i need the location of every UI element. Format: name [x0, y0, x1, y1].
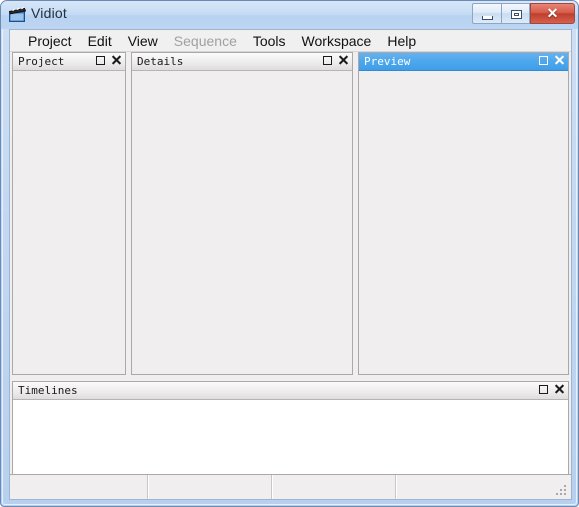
status-field-0 [10, 475, 147, 499]
menu-item-tools[interactable]: Tools [245, 31, 294, 51]
pane-project-buttons [96, 55, 121, 65]
pane-timelines-title: Timelines [18, 384, 78, 397]
float-pane-icon[interactable] [539, 384, 548, 394]
close-pane-icon[interactable] [554, 384, 564, 394]
window-titlebar[interactable]: Vidiot ✕ [1, 1, 578, 29]
pane-preview-buttons [539, 55, 564, 65]
pane-preview-header[interactable]: Preview [359, 53, 568, 71]
close-pane-icon[interactable] [554, 55, 564, 65]
pane-preview-title: Preview [364, 55, 411, 68]
pane-project-title: Project [18, 55, 65, 68]
caption-buttons: ✕ [472, 3, 575, 24]
client-area: Project Edit View Sequence Tools Workspa… [9, 29, 572, 500]
menu-item-sequence: Sequence [173, 32, 237, 49]
menu-item-workspace[interactable]: Workspace [294, 31, 380, 51]
pane-project: Project [12, 52, 126, 375]
pane-timelines-header[interactable]: Timelines [13, 382, 568, 400]
float-pane-icon[interactable] [539, 55, 548, 65]
minimize-button[interactable] [472, 3, 501, 24]
minimize-icon [482, 16, 493, 20]
menu-bar: Project Edit View Sequence Tools Workspa… [10, 30, 571, 52]
pane-details: Details [131, 52, 353, 375]
close-pane-icon[interactable] [111, 55, 121, 65]
pane-details-header[interactable]: Details [132, 53, 352, 71]
menu-item-help[interactable]: Help [379, 31, 424, 51]
status-bar [10, 474, 571, 499]
menu-item-project[interactable]: Project [20, 31, 80, 51]
clapperboard-icon [9, 7, 26, 22]
pane-preview: Preview [358, 52, 569, 375]
application-window: Vidiot ✕ Project Edit View Sequence Tool… [0, 0, 579, 507]
close-button[interactable]: ✕ [530, 3, 575, 24]
close-pane-icon[interactable] [338, 55, 348, 65]
maximize-icon [511, 10, 522, 19]
top-pane-row: Project Details Preview [10, 52, 571, 375]
pane-details-buttons [323, 55, 348, 65]
resize-grip[interactable] [556, 485, 568, 497]
pane-timelines-buttons [539, 384, 564, 394]
float-pane-icon[interactable] [323, 55, 332, 65]
status-field-3 [395, 475, 571, 499]
pane-preview-body[interactable] [359, 71, 568, 374]
maximize-button[interactable] [501, 3, 530, 24]
pane-timelines: Timelines [12, 381, 569, 475]
pane-project-body[interactable] [13, 71, 125, 374]
status-field-2 [271, 475, 395, 499]
menu-item-edit[interactable]: Edit [80, 31, 120, 51]
close-icon: ✕ [546, 5, 559, 21]
pane-details-title: Details [137, 55, 184, 68]
float-pane-icon[interactable] [96, 55, 105, 65]
window-title: Vidiot [31, 5, 67, 21]
pane-details-body[interactable] [132, 71, 352, 374]
menu-item-view[interactable]: View [120, 31, 166, 51]
status-field-1 [147, 475, 271, 499]
pane-project-header[interactable]: Project [13, 53, 125, 71]
pane-timelines-body[interactable] [13, 400, 568, 474]
